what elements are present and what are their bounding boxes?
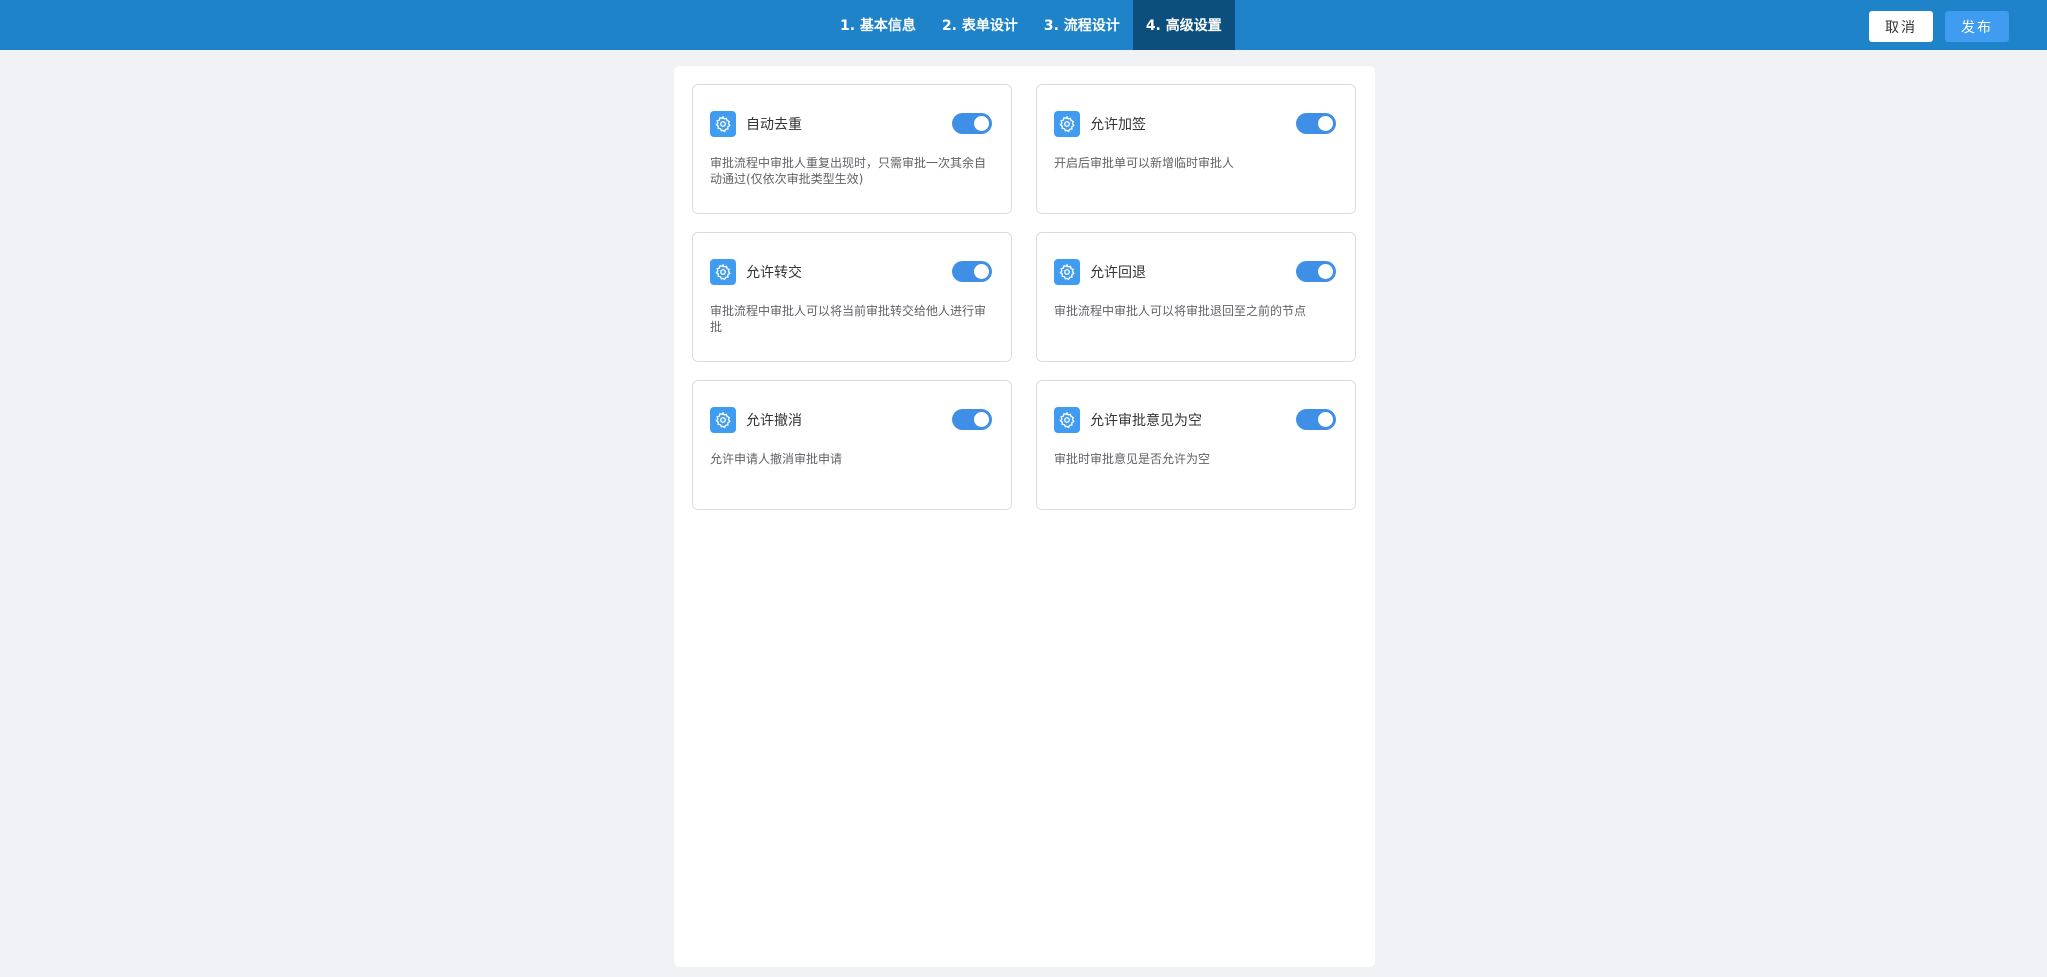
setting-toggle[interactable] xyxy=(1296,113,1336,134)
setting-description: 允许申请人撤消审批申请 xyxy=(710,452,843,466)
toggle-knob xyxy=(974,116,989,131)
toggle-knob xyxy=(1318,116,1333,131)
settings-panel: 自动去重 审批流程中审批人重复出现时，只需审批一次其余自动通过(仅依次审批类型生… xyxy=(674,66,1375,967)
gear-icon xyxy=(710,111,736,137)
gear-icon xyxy=(1054,407,1080,433)
publish-button[interactable]: 发布 xyxy=(1945,11,2009,42)
setting-card-revoke: 允许撤消 允许申请人撤消审批申请 xyxy=(692,380,1012,510)
step-tabs: 1. 基本信息 2. 表单设计 3. 流程设计 4. 高级设置 xyxy=(827,0,1235,50)
setting-toggle[interactable] xyxy=(1296,409,1336,430)
setting-title: 允许审批意见为空 xyxy=(1090,413,1202,429)
setting-toggle[interactable] xyxy=(952,261,992,282)
setting-title: 允许撤消 xyxy=(746,413,802,429)
tab-process-design[interactable]: 3. 流程设计 xyxy=(1031,0,1133,50)
toggle-knob xyxy=(1318,264,1333,279)
setting-description: 审批时审批意见是否允许为空 xyxy=(1054,452,1211,466)
tab-form-design[interactable]: 2. 表单设计 xyxy=(929,0,1031,50)
setting-toggle[interactable] xyxy=(1296,261,1336,282)
setting-title: 允许加签 xyxy=(1090,117,1146,133)
top-bar: 1. 基本信息 2. 表单设计 3. 流程设计 4. 高级设置 取消 发布 xyxy=(0,0,2047,50)
setting-card-empty-opinion: 允许审批意见为空 审批时审批意见是否允许为空 xyxy=(1036,380,1356,510)
setting-card-transfer: 允许转交 审批流程中审批人可以将当前审批转交给他人进行审批 xyxy=(692,232,1012,362)
gear-icon xyxy=(1054,259,1080,285)
toggle-knob xyxy=(974,412,989,427)
setting-description: 开启后审批单可以新增临时审批人 xyxy=(1054,156,1235,170)
setting-card-add-signer: 允许加签 开启后审批单可以新增临时审批人 xyxy=(1036,84,1356,214)
setting-card-auto-dedup: 自动去重 审批流程中审批人重复出现时，只需审批一次其余自动通过(仅依次审批类型生… xyxy=(692,84,1012,214)
setting-toggle[interactable] xyxy=(952,409,992,430)
tab-advanced-settings[interactable]: 4. 高级设置 xyxy=(1132,0,1235,50)
setting-description: 审批流程中审批人可以将当前审批转交给他人进行审批 xyxy=(710,304,987,334)
setting-title: 自动去重 xyxy=(746,117,802,133)
toggle-knob xyxy=(1318,412,1333,427)
setting-title: 允许转交 xyxy=(746,265,802,281)
setting-title: 允许回退 xyxy=(1090,265,1146,281)
tab-basic-info[interactable]: 1. 基本信息 xyxy=(827,0,929,50)
gear-icon xyxy=(1054,111,1080,137)
setting-toggle[interactable] xyxy=(952,113,992,134)
gear-icon xyxy=(710,407,736,433)
setting-description: 审批流程中审批人重复出现时，只需审批一次其余自动通过(仅依次审批类型生效) xyxy=(710,156,987,186)
toggle-knob xyxy=(974,264,989,279)
setting-card-rollback: 允许回退 审批流程中审批人可以将审批退回至之前的节点 xyxy=(1036,232,1356,362)
gear-icon xyxy=(710,259,736,285)
cancel-button[interactable]: 取消 xyxy=(1869,11,1933,42)
setting-description: 审批流程中审批人可以将审批退回至之前的节点 xyxy=(1054,304,1307,318)
